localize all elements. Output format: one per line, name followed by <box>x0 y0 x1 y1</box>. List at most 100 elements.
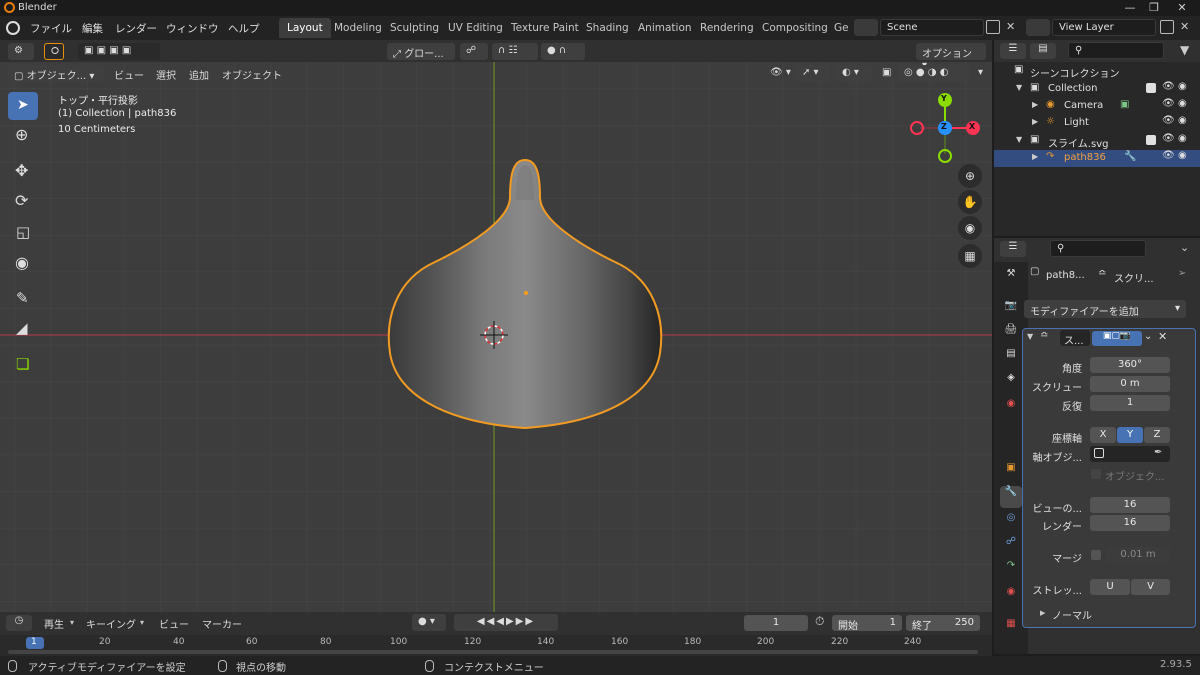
tab-shading[interactable]: Shading <box>578 18 637 38</box>
delete-scene-icon[interactable]: ✕ <box>1006 20 1015 33</box>
scene-name-field[interactable]: Scene <box>880 19 984 36</box>
rotate-tool-icon[interactable]: ⟳ <box>8 188 38 216</box>
keying-dropdown-icon[interactable]: ▾ <box>140 618 144 627</box>
output-tab-icon[interactable]: 🖨 <box>1000 324 1022 346</box>
zoom-icon[interactable]: ⊕ <box>958 164 982 188</box>
physics-tab-icon[interactable]: ◎ <box>1000 512 1022 534</box>
scene-selector-icon[interactable] <box>854 19 878 36</box>
options-dropdown[interactable]: オプション ▾ <box>916 43 986 71</box>
tab-animation[interactable]: Animation <box>630 18 700 38</box>
gizmo-y-label[interactable]: Y <box>941 94 947 103</box>
view-layer-selector-icon[interactable] <box>1026 19 1050 36</box>
tool-settings-icon[interactable]: ⚙ <box>8 43 34 60</box>
axis-x-button[interactable]: X <box>1090 427 1116 443</box>
shading-options-icon[interactable]: ▾ <box>972 65 989 82</box>
tab-rendering[interactable]: Rendering <box>692 18 762 38</box>
render-steps-field[interactable]: 16 <box>1090 515 1170 531</box>
blender-menu-icon[interactable] <box>6 21 20 35</box>
view-layer-tab-icon[interactable]: ▤ <box>1000 348 1022 370</box>
add-cube-tool-icon[interactable]: ❏ <box>8 352 38 380</box>
tab-modeling[interactable]: Modeling <box>326 18 390 38</box>
auto-keying-icon[interactable]: ● ▾ <box>412 614 446 631</box>
3d-viewport[interactable]: Y X Z ⚙ ⭘ ▣ ▣ ▣ ▣ ⤢ グロー... ☍ ∩ ☷ ● ∩ オプシ… <box>0 40 992 612</box>
expand-arrow-icon[interactable]: ▼ <box>1016 135 1022 144</box>
shading-mode-icons[interactable]: ◎ ● ◑ ◐ <box>898 65 970 82</box>
camera-render-icon[interactable]: ◉ <box>1178 81 1187 92</box>
menu-marker[interactable]: マーカー <box>196 614 248 631</box>
measure-tool-icon[interactable]: ◢ <box>8 316 38 344</box>
mode-dropdown[interactable]: ▢ オブジェク... ▾ <box>8 65 104 82</box>
menu-view[interactable]: ビュー <box>108 65 150 82</box>
current-frame-field[interactable]: 1 <box>744 615 808 631</box>
outliner-item-path836[interactable]: ▶ ↷ path836 🔧 👁 ◉ <box>994 150 1200 167</box>
tab-uv-editing[interactable]: UV Editing <box>440 18 511 38</box>
menu-help[interactable]: ヘルプ <box>228 21 260 36</box>
select-box-icon[interactable]: ⭘ <box>44 43 64 60</box>
eye-icon[interactable]: 👁 <box>1162 133 1175 144</box>
camera-render-icon[interactable]: ◉ <box>1178 150 1187 161</box>
expand-arrow-icon[interactable]: ▶ <box>1032 117 1038 126</box>
outliner-item-collection[interactable]: ▼ ▣ Collection 👁 ◉ <box>994 81 1200 98</box>
wrench-icon[interactable]: 🔧 <box>1124 151 1136 162</box>
expand-arrow-icon[interactable]: ▶ <box>1032 152 1038 161</box>
camera-render-icon[interactable]: ◉ <box>1178 98 1187 109</box>
visibility-icon[interactable]: 👁 ▾ <box>764 65 797 82</box>
normals-expand-icon[interactable]: ▶ <box>1040 609 1045 617</box>
menu-window[interactable]: ウィンドウ <box>166 21 219 36</box>
data-tab-icon[interactable]: ↷ <box>1000 560 1022 582</box>
annotate-tool-icon[interactable]: ✎ <box>8 286 38 314</box>
menu-edit[interactable]: 編集 <box>82 21 103 36</box>
start-frame-field[interactable]: 開始 1 <box>832 615 902 632</box>
camera-render-icon[interactable]: ◉ <box>1178 115 1187 126</box>
perspective-toggle-icon[interactable]: ▦ <box>958 244 982 268</box>
add-modifier-button[interactable]: モディファイアーを追加 ▾ <box>1024 300 1186 318</box>
camera-render-icon[interactable]: ◉ <box>1178 133 1187 144</box>
scene-tab-icon[interactable]: ◈ <box>1000 372 1022 394</box>
gizmo-x-label[interactable]: X <box>969 122 975 131</box>
editor-type-icon[interactable]: ◷ <box>6 615 32 631</box>
maximize-icon[interactable]: ❐ <box>1142 1 1166 14</box>
pivot-point-icon[interactable]: ☍ <box>460 43 488 60</box>
stretch-v-button[interactable]: V <box>1131 579 1170 595</box>
eye-icon[interactable]: 👁 <box>1162 81 1175 92</box>
menu-object[interactable]: オブジェクト <box>216 65 288 82</box>
angle-field[interactable]: 360° <box>1090 357 1170 373</box>
modifier-menu-icon[interactable]: ⌄ <box>1144 331 1152 342</box>
expand-arrow-icon[interactable]: ▶ <box>1032 100 1038 109</box>
eye-icon[interactable]: 👁 <box>1162 98 1175 109</box>
camera-view-icon[interactable]: ◉ <box>958 216 982 240</box>
selection-mode-icons[interactable]: ▣ ▣ ▣ ▣ <box>78 43 160 60</box>
menu-add[interactable]: 追加 <box>183 65 215 82</box>
axis-object-field[interactable]: ✒ <box>1090 446 1170 462</box>
modifier-tab-icon[interactable]: 🔧 <box>1000 486 1022 508</box>
options-chevron-icon[interactable]: ⌄ <box>1180 241 1189 254</box>
cursor-tool-icon[interactable]: ⊕ <box>8 122 38 150</box>
world-tab-icon[interactable]: ◉ <box>1000 398 1022 420</box>
new-scene-icon[interactable] <box>986 20 1000 34</box>
expand-arrow-icon[interactable]: ▼ <box>1016 83 1022 92</box>
material-tab-icon[interactable]: ◉ <box>1000 586 1022 608</box>
transform-orientation-dropdown[interactable]: ⤢ グロー... <box>387 43 455 60</box>
timeline-scrollbar[interactable] <box>8 650 978 654</box>
outliner-item-light[interactable]: ▶ ☼ Light 👁 ◉ <box>994 115 1200 132</box>
properties-search-input[interactable]: ⚲ <box>1050 240 1146 257</box>
outliner-scene-collection[interactable]: ▣ シーンコレクション <box>994 63 1200 80</box>
move-tool-icon[interactable]: ✥ <box>8 158 38 186</box>
editor-type-icon[interactable]: ☰ <box>1000 241 1026 257</box>
outliner-item-camera[interactable]: ▶ ◉ Camera ▣ 👁 ◉ <box>994 98 1200 115</box>
eye-icon[interactable]: 👁 <box>1162 150 1175 161</box>
tool-tab-icon[interactable]: ⚒ <box>1000 268 1022 290</box>
playback-controls-icons[interactable]: ◀◀◀▶▶▶ <box>454 614 558 631</box>
menu-playback[interactable]: 再生 <box>38 614 70 631</box>
menu-render[interactable]: レンダー <box>115 21 157 36</box>
end-frame-field[interactable]: 終了 250 <box>906 615 980 632</box>
merge-threshold-field[interactable]: 0.01 m <box>1106 547 1170 563</box>
normals-subpanel[interactable]: ノーマル <box>1052 607 1092 622</box>
xray-icon[interactable]: ▣ <box>876 65 897 82</box>
outliner-item-slime-svg[interactable]: ▼ ▣ スライム.svg 👁 ◉ <box>994 133 1200 150</box>
tab-texture-paint[interactable]: Texture Paint <box>503 18 587 38</box>
close-icon[interactable]: ✕ <box>1170 1 1194 14</box>
tab-layout[interactable]: Layout <box>279 18 331 38</box>
filter-icon[interactable]: ▼ <box>1180 43 1189 57</box>
camera-data-icon[interactable]: ▣ <box>1120 99 1129 110</box>
